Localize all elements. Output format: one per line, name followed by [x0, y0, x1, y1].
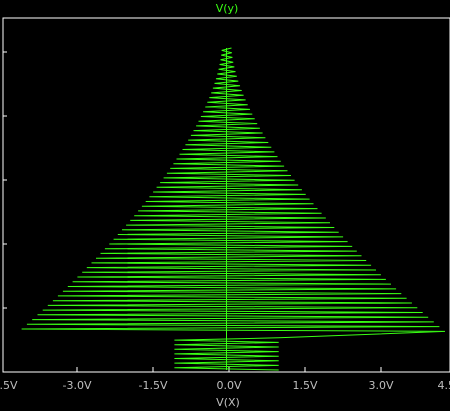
xy-plot: V(y) V(X) -4.5V -3.0V -1.5V 0.0V 1.5V 3.…	[0, 2, 450, 409]
x-tick-label: 1.5V	[292, 379, 317, 392]
x-tick-label: -3.0V	[63, 379, 92, 392]
chart-title: V(y)	[216, 2, 239, 15]
x-tick-label: 3.0V	[368, 379, 393, 392]
plot-root: V(y) V(X) -4.5V -3.0V -1.5V 0.0V 1.5V 3.…	[0, 0, 450, 411]
x-axis-label: V(X)	[216, 396, 240, 409]
x-tick-label: -4.5V	[0, 379, 18, 392]
x-tick-label: 0.0V	[216, 379, 241, 392]
x-tick-label: -1.5V	[139, 379, 168, 392]
series-line	[21, 47, 446, 371]
x-tick-label: 4.5V	[437, 379, 450, 392]
